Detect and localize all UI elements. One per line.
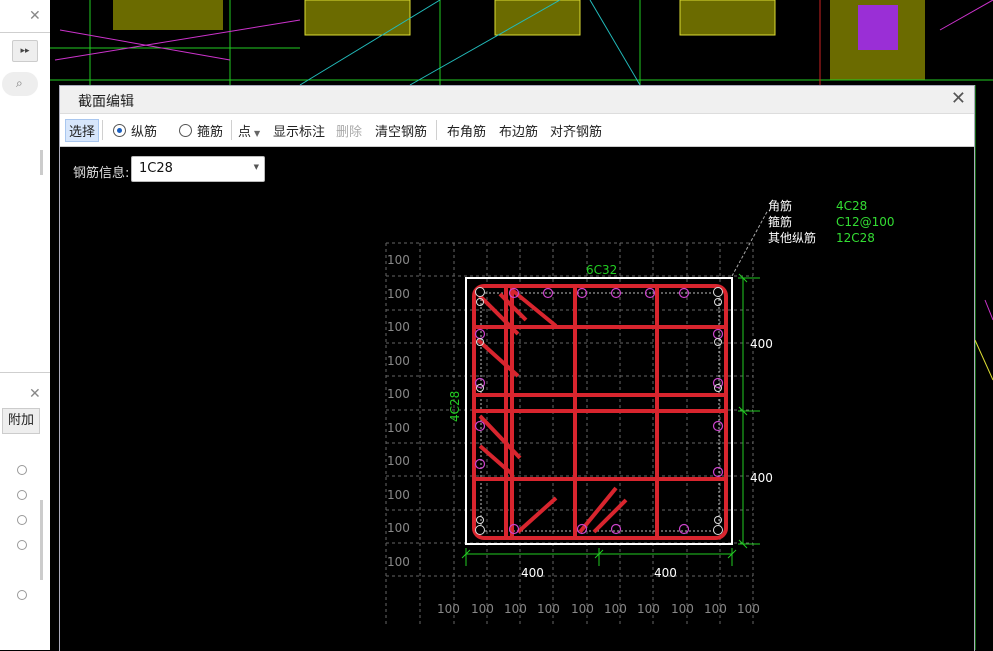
grid-label: 100 [387, 421, 410, 435]
grid-label: 100 [387, 454, 410, 468]
radio-option[interactable] [17, 465, 27, 475]
other-rebar-label: 其他纵筋 [768, 230, 816, 245]
panel-divider [0, 372, 50, 373]
top-rebar-label: 6C32 [586, 263, 617, 277]
bottom-dim-left: 400 [521, 566, 544, 580]
grid-label: 100 [387, 387, 410, 401]
rebar-legend: 角筋 4C28 箍筋 C12@100 其他纵筋 12C28 [768, 198, 895, 245]
grid-label: 100 [387, 354, 410, 368]
grid-label: 100 [387, 253, 410, 267]
radio-option[interactable] [17, 490, 27, 500]
expand-button[interactable]: ▸▸ [12, 40, 38, 62]
grid-label: 100 [737, 602, 760, 616]
right-dim-bottom: 400 [750, 471, 773, 485]
bottom-dim-right: 400 [654, 566, 677, 580]
panel-scrollbar[interactable] [40, 150, 43, 175]
radio-option[interactable] [17, 515, 27, 525]
legend-leader-line [731, 209, 769, 277]
grid-label: 100 [671, 602, 694, 616]
panel-divider [0, 32, 50, 33]
grid-label: 100 [387, 320, 410, 334]
tab-attach[interactable]: 附加 [2, 408, 40, 434]
grid-lines [385, 242, 754, 626]
section-edit-dialog: 截面编辑 ✕ 选择 纵筋 箍筋 点 ▼ 显示标注 删除 清空钢筋 布角筋 布边筋 … [59, 85, 975, 651]
radio-option[interactable] [17, 590, 27, 600]
grid-label: 100 [387, 287, 410, 301]
section-canvas[interactable]: 100 100 100 100 100 100 100 100 100 100 … [60, 86, 974, 651]
grid-label: 100 [504, 602, 527, 616]
radio-option[interactable] [17, 540, 27, 550]
grid-label: 100 [604, 602, 627, 616]
grid-label: 100 [387, 555, 410, 569]
stirrups[interactable] [472, 284, 728, 540]
grid-label: 100 [704, 602, 727, 616]
other-rebar-value: 12C28 [836, 231, 875, 245]
left-rebar-label: 4C28 [448, 391, 462, 422]
panel-close-icon[interactable]: ✕ [29, 8, 41, 24]
grid-label: 100 [571, 602, 594, 616]
grid-label: 100 [387, 488, 410, 502]
search-button[interactable]: ⌕ [2, 72, 38, 96]
left-side-panel: ✕ ▸▸ ⌕ ✕ 附加 [0, 0, 50, 650]
grid-label: 100 [437, 602, 460, 616]
corner-rebar-label: 角筋 [768, 198, 792, 213]
corner-rebar-value: 4C28 [836, 199, 867, 213]
grid-label: 100 [637, 602, 660, 616]
panel-scrollbar[interactable] [40, 500, 43, 580]
grid-label: 100 [537, 602, 560, 616]
grid-label: 100 [387, 521, 410, 535]
stirrup-label: 箍筋 [768, 214, 792, 229]
search-icon: ⌕ [16, 76, 23, 90]
grid-label: 100 [471, 602, 494, 616]
right-dim-top: 400 [750, 337, 773, 351]
panel-close-icon[interactable]: ✕ [29, 386, 41, 402]
stirrup-value: C12@100 [836, 215, 895, 229]
